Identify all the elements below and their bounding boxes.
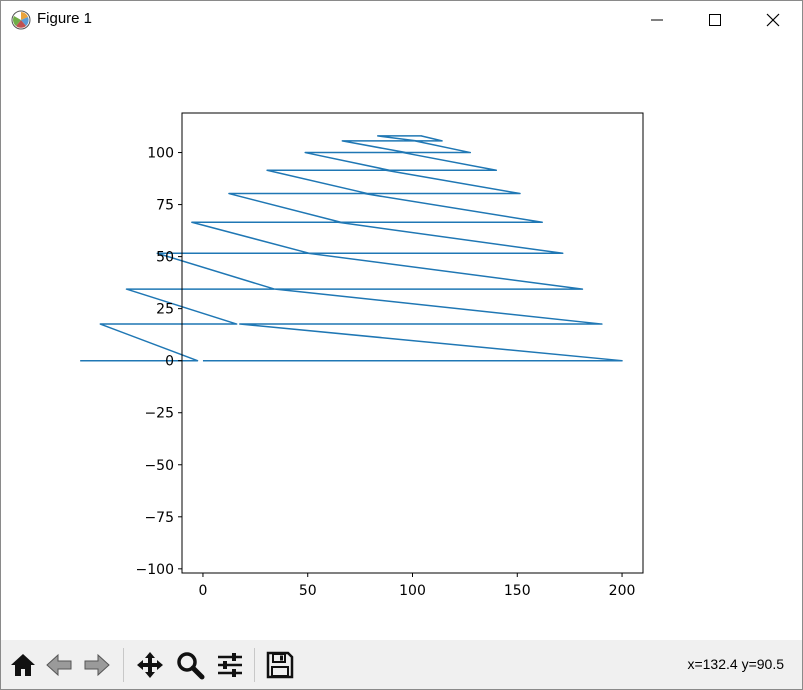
y-tick-label: −50	[144, 458, 174, 474]
window-title: Figure 1	[37, 10, 93, 27]
navigation-toolbar: x=132.4 y=90.5	[1, 640, 802, 689]
axes-frame	[181, 112, 644, 574]
y-tick-label: 25	[156, 302, 174, 318]
matplotlib-icon	[11, 10, 31, 30]
minimize-icon	[651, 19, 663, 21]
sliders-icon	[218, 653, 242, 677]
minimize-button[interactable]	[628, 1, 686, 39]
toolbar-separator	[254, 648, 255, 682]
y-tick-label: 0	[165, 354, 174, 370]
figure-window: Figure 1 0 50 100 150 200 −100 −75 −50 −25 0 25 50 7…	[0, 0, 803, 690]
pan-button[interactable]	[134, 649, 166, 681]
move-icon	[137, 652, 163, 678]
x-tick-label: 150	[504, 583, 531, 599]
figure-canvas[interactable]: 0 50 100 150 200 −100 −75 −50 −25 0 25 50 75 100	[1, 39, 802, 640]
y-tick-label: 100	[147, 146, 174, 162]
y-tick-label: 75	[156, 198, 174, 214]
toolbar-separator	[123, 648, 124, 682]
y-tick-label: 50	[156, 250, 174, 266]
home-button[interactable]	[7, 649, 39, 681]
back-button[interactable]	[43, 649, 75, 681]
save-button[interactable]	[264, 649, 296, 681]
x-tick-label: 200	[609, 583, 636, 599]
title-bar[interactable]: Figure 1	[1, 1, 802, 39]
home-icon	[11, 654, 35, 676]
y-tick-label: −75	[144, 510, 174, 526]
x-tick-label: 0	[198, 583, 207, 599]
forward-button[interactable]	[81, 649, 113, 681]
floppy-disk-icon	[266, 651, 294, 679]
plot-svg[interactable]: 0 50 100 150 200 −100 −75 −50 −25 0 25 50 75 100	[1, 39, 802, 640]
zoom-button[interactable]	[174, 649, 206, 681]
maximize-icon	[709, 14, 721, 26]
y-tick-label: −100	[136, 562, 174, 578]
x-tick-label: 50	[299, 583, 317, 599]
y-tick-label: −25	[144, 406, 174, 422]
cursor-coordinates: x=132.4 y=90.5	[687, 656, 784, 672]
arrow-right-icon	[84, 653, 110, 677]
x-tick-label: 100	[399, 583, 426, 599]
close-icon	[766, 13, 780, 27]
configure-subplots-button[interactable]	[214, 649, 246, 681]
close-button[interactable]	[744, 1, 802, 39]
arrow-left-icon	[46, 653, 72, 677]
maximize-button[interactable]	[686, 1, 744, 39]
series-line	[80, 135, 623, 362]
magnifier-icon	[177, 652, 205, 680]
